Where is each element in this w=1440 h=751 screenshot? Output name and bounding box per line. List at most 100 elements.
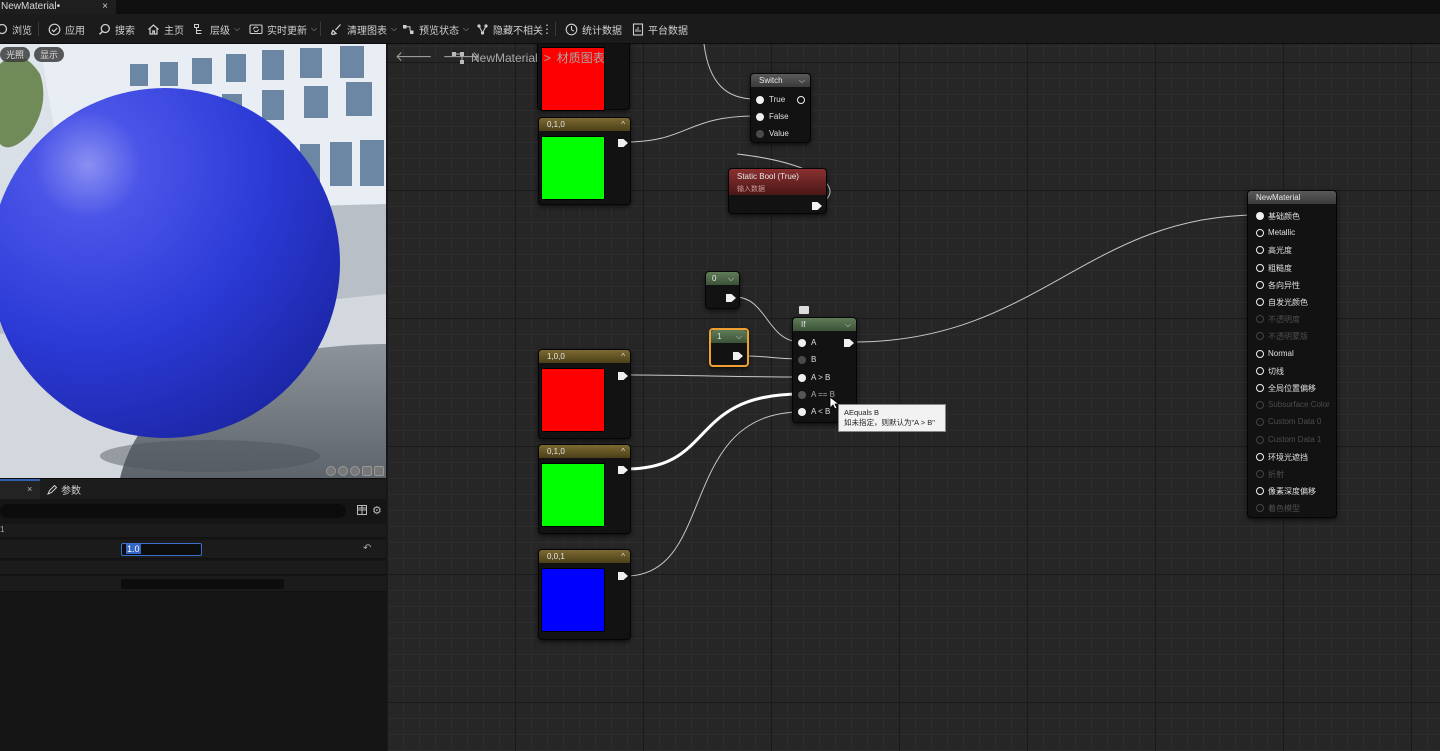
apply-label: 应用 <box>65 25 85 37</box>
result-pin[interactable] <box>1256 349 1264 358</box>
result-pin-label: 不透明度 <box>1268 315 1300 325</box>
live-update-label: 实时更新 <box>267 25 307 37</box>
close-tab-icon[interactable]: × <box>102 0 108 13</box>
result-pin[interactable] <box>1256 263 1264 272</box>
result-pin[interactable] <box>1256 246 1264 255</box>
grid-view-icon[interactable] <box>357 505 367 515</box>
more-options-icon[interactable]: ⋮ <box>541 21 553 37</box>
output-pin[interactable] <box>733 352 743 360</box>
stats-icon <box>565 23 578 35</box>
breadcrumb-root[interactable]: NewMaterial <box>471 51 538 65</box>
output-pin[interactable] <box>812 202 822 210</box>
output-pin[interactable] <box>618 572 628 580</box>
constant-node-red[interactable]: 1,0,0 ^ <box>538 349 631 439</box>
pin-a-greater-b[interactable] <box>798 374 806 382</box>
material-result-node[interactable]: NewMaterial 基础颜色 Metallic 高光度 粗糙度 各向异性 自发光颜色不… <box>1247 190 1337 518</box>
pin-true[interactable] <box>756 96 764 104</box>
live-update-dropdown[interactable]: 实时更新 ⌵ <box>249 21 317 37</box>
result-pin[interactable] <box>1256 298 1264 306</box>
gear-icon[interactable]: ⚙ <box>372 504 382 517</box>
chevron-down-icon[interactable]: ⌵ <box>845 318 851 331</box>
details-tab[interactable]: × <box>0 479 40 499</box>
stats-button[interactable]: 统计数据 <box>565 21 622 37</box>
details-search-input[interactable] <box>0 504 346 518</box>
collapse-icon[interactable]: ^ <box>621 550 625 563</box>
color-swatch <box>541 136 605 200</box>
pin-value[interactable] <box>756 130 764 138</box>
pin-b[interactable] <box>798 356 806 364</box>
platform-stats-button[interactable]: 平台数据 <box>632 21 688 37</box>
output-pin[interactable] <box>797 96 805 104</box>
sphere-preview-icon[interactable] <box>338 466 348 476</box>
pin-label: True <box>769 95 786 104</box>
value-input[interactable]: 1.0 <box>121 543 202 556</box>
node-header: Static Bool (True) 输入数据 <box>729 169 826 195</box>
search-button[interactable]: 搜索 <box>98 21 135 37</box>
chevron-down-icon[interactable]: ⌵ <box>736 330 742 343</box>
node-header: If ⌵ <box>793 318 856 331</box>
output-pin[interactable] <box>726 294 736 302</box>
show-chip[interactable]: 显示 <box>34 47 65 62</box>
home-button[interactable]: 主页 <box>147 21 184 37</box>
chevron-down-icon[interactable]: ⌵ <box>799 74 805 87</box>
collapse-icon[interactable]: ^ <box>621 350 625 363</box>
pin-label: A < B <box>811 407 831 416</box>
scalar-node-1[interactable]: 1 ⌵ <box>709 328 749 367</box>
constant-node-blue[interactable]: 0,0,1 ^ <box>538 549 631 640</box>
close-tab-icon[interactable]: × <box>27 484 32 494</box>
chevron-down-icon[interactable]: ⌵ <box>728 272 734 285</box>
result-pin[interactable] <box>1256 470 1264 478</box>
parameters-tab[interactable]: 参数 <box>47 482 81 497</box>
details-field[interactable] <box>121 579 284 589</box>
output-pin[interactable] <box>618 139 628 147</box>
static-bool-node[interactable]: Static Bool (True) 输入数据 <box>728 168 827 214</box>
reset-to-default-icon[interactable]: ↶ <box>363 543 371 554</box>
result-pin[interactable] <box>1256 212 1264 220</box>
material-graph[interactable]: 🡐 🡒 NewMaterial > 材质图表 0,1,0 ^ Switch ⌵ … <box>387 44 1440 751</box>
browse-icon <box>0 23 8 35</box>
custom-mesh-preview-icon[interactable] <box>374 466 384 476</box>
lit-mode-chip[interactable]: 光照 <box>0 47 31 62</box>
result-pin[interactable] <box>1256 229 1264 238</box>
clean-graph-dropdown[interactable]: 清理图表 ⌵ <box>330 21 397 37</box>
result-pin[interactable] <box>1256 452 1264 461</box>
apply-button[interactable]: 应用 <box>48 21 85 37</box>
switch-node[interactable]: Switch ⌵ True False Value <box>750 73 811 143</box>
result-pin[interactable] <box>1256 418 1264 427</box>
output-pin[interactable] <box>844 339 854 347</box>
collapse-icon[interactable]: ^ <box>621 118 625 131</box>
result-pin[interactable] <box>1256 384 1264 392</box>
plane-preview-icon[interactable] <box>350 466 360 476</box>
result-pin[interactable] <box>1256 401 1264 410</box>
result-pin[interactable] <box>1256 366 1264 375</box>
row-marker: 1 <box>0 525 5 534</box>
asset-tab[interactable]: NewMaterial• × <box>0 0 116 14</box>
pin-false[interactable] <box>756 113 764 121</box>
constant-node-green-top[interactable]: 0,1,0 ^ <box>538 117 631 205</box>
cylinder-preview-icon[interactable] <box>326 466 336 476</box>
scalar-node-0[interactable]: 0 ⌵ <box>705 271 740 309</box>
result-pin[interactable] <box>1256 315 1264 324</box>
collapse-icon[interactable]: ^ <box>621 445 625 458</box>
pin-a-less-b[interactable] <box>798 408 806 416</box>
result-pin[interactable] <box>1256 504 1264 513</box>
output-pin[interactable] <box>618 466 628 474</box>
pin-a-equals-b[interactable] <box>798 391 806 399</box>
result-pin[interactable] <box>1256 280 1264 289</box>
result-pin[interactable] <box>1256 487 1264 496</box>
preview-viewport[interactable]: 光照 显示 <box>0 44 386 478</box>
output-pin[interactable] <box>618 372 628 380</box>
cube-preview-icon[interactable] <box>362 466 372 476</box>
result-pin[interactable] <box>1256 332 1264 341</box>
back-arrow-icon[interactable]: 🡐 <box>395 48 433 65</box>
hide-unrelated-button[interactable]: 隐藏不相关 <box>476 21 543 37</box>
result-pin[interactable] <box>1256 435 1264 444</box>
preview-state-dropdown[interactable]: 预览状态 ⌵ <box>402 21 469 37</box>
pin-a[interactable] <box>798 339 806 347</box>
result-pin-label: 不透明蒙版 <box>1268 332 1308 342</box>
constant-node-green[interactable]: 0,1,0 ^ <box>538 444 631 534</box>
comment-bubble-icon[interactable] <box>799 306 809 314</box>
details-tab-bar: × 参数 <box>0 479 386 499</box>
browse-button[interactable]: 浏览 <box>0 21 32 37</box>
hierarchy-dropdown[interactable]: 层级 ⌵ <box>193 21 240 37</box>
